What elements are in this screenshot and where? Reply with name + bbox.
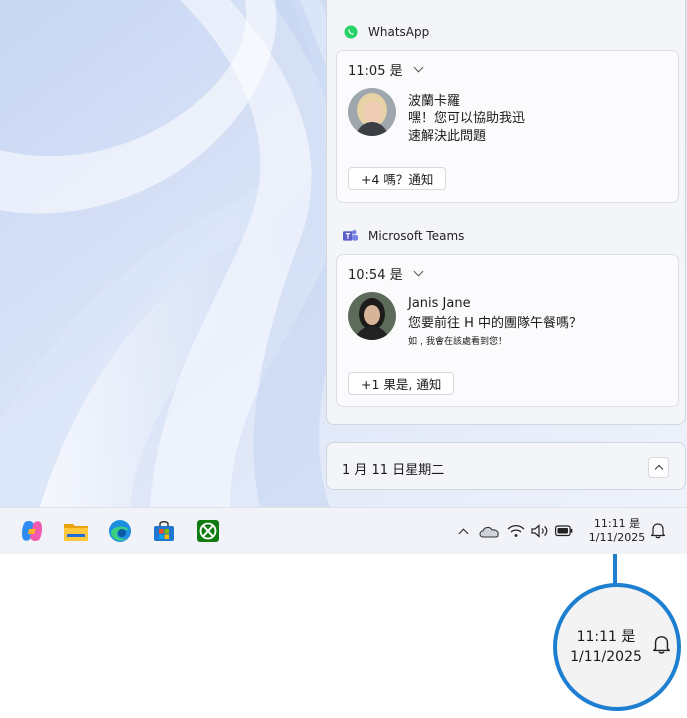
calendar-panel: 1 月 11 日星期二 [326, 442, 686, 490]
notification-card-whatsapp[interactable]: 11:05 是 波蘭卡羅 嘿！您可以協助我迅 速解決此問題 +4 嗎？通知 [336, 50, 679, 203]
teams-header[interactable]: Microsoft Teams [343, 228, 464, 243]
app-name: WhatsApp [368, 24, 430, 39]
volume-icon[interactable] [531, 522, 549, 540]
file-explorer-icon[interactable] [63, 518, 89, 544]
message-line-1: 嘿！您可以協助我迅 [408, 111, 526, 126]
magnified-clock-date: 1/11/2025 [570, 649, 642, 665]
notification-time-row[interactable]: 10:54 是 [348, 264, 424, 283]
sender-name: Janis Jane [408, 296, 471, 311]
teams-icon [343, 228, 358, 243]
sender-name: 波蘭卡羅 [408, 94, 461, 109]
notification-time: 11:05 是 [348, 64, 403, 79]
notification-card-teams[interactable]: 10:54 是 Janis Jane 您要前往 H 中的團隊午餐嗎？ 如﹐我會在… [336, 254, 679, 407]
whatsapp-icon [343, 24, 358, 39]
xbox-icon[interactable] [195, 518, 221, 544]
notification-bell-icon[interactable] [650, 522, 666, 543]
avatar [348, 88, 396, 136]
message-line-2: 如﹐我會在該處看到您！ [408, 337, 508, 347]
edge-icon[interactable] [107, 518, 133, 544]
notification-time-row[interactable]: 11:05 是 [348, 60, 424, 79]
notification-time: 10:54 是 [348, 268, 403, 283]
chevron-up-icon [654, 464, 663, 474]
callout-line [613, 554, 617, 584]
wifi-icon[interactable] [507, 522, 525, 540]
magnified-clock-time: 11:11 是 [576, 629, 636, 645]
avatar [348, 292, 396, 340]
chevron-down-icon[interactable] [413, 266, 424, 277]
more-notifications-button[interactable]: +1 果是, 通知 [348, 372, 455, 395]
collapse-calendar-button[interactable] [648, 457, 669, 478]
store-icon[interactable] [151, 518, 177, 544]
magnified-bell-icon [652, 634, 671, 659]
whatsapp-header[interactable]: WhatsApp [343, 24, 429, 39]
copilot-icon[interactable] [19, 518, 45, 544]
taskbar: 11:11 是 1/11/2025 [0, 507, 687, 554]
notification-center: WhatsApp 11:05 是 波蘭卡羅 嘿！您可以協助我迅 速解決此問題 +… [326, 0, 686, 425]
message-line-2: 速解決此問題 [408, 129, 487, 144]
chevron-up-icon[interactable] [454, 522, 472, 540]
more-notifications-button[interactable]: +4 嗎？通知 [348, 167, 447, 190]
chevron-down-icon[interactable] [413, 62, 424, 73]
app-name: Microsoft Teams [368, 228, 465, 243]
magnified-clock: 11:11 是 1/11/2025 [565, 627, 647, 667]
clock-time: 11:11 是 [593, 517, 641, 530]
calendar-date: 1 月 11 日星期二 [342, 463, 445, 478]
message-line-1: 您要前往 H 中的團隊午餐嗎？ [408, 316, 583, 331]
clock-magnifier-callout: 11:11 是 1/11/2025 [553, 583, 681, 711]
onedrive-icon[interactable] [478, 522, 500, 540]
taskbar-clock[interactable]: 11:11 是 1/11/2025 [587, 517, 647, 545]
battery-icon[interactable] [555, 522, 573, 540]
clock-date: 1/11/2025 [588, 531, 646, 544]
